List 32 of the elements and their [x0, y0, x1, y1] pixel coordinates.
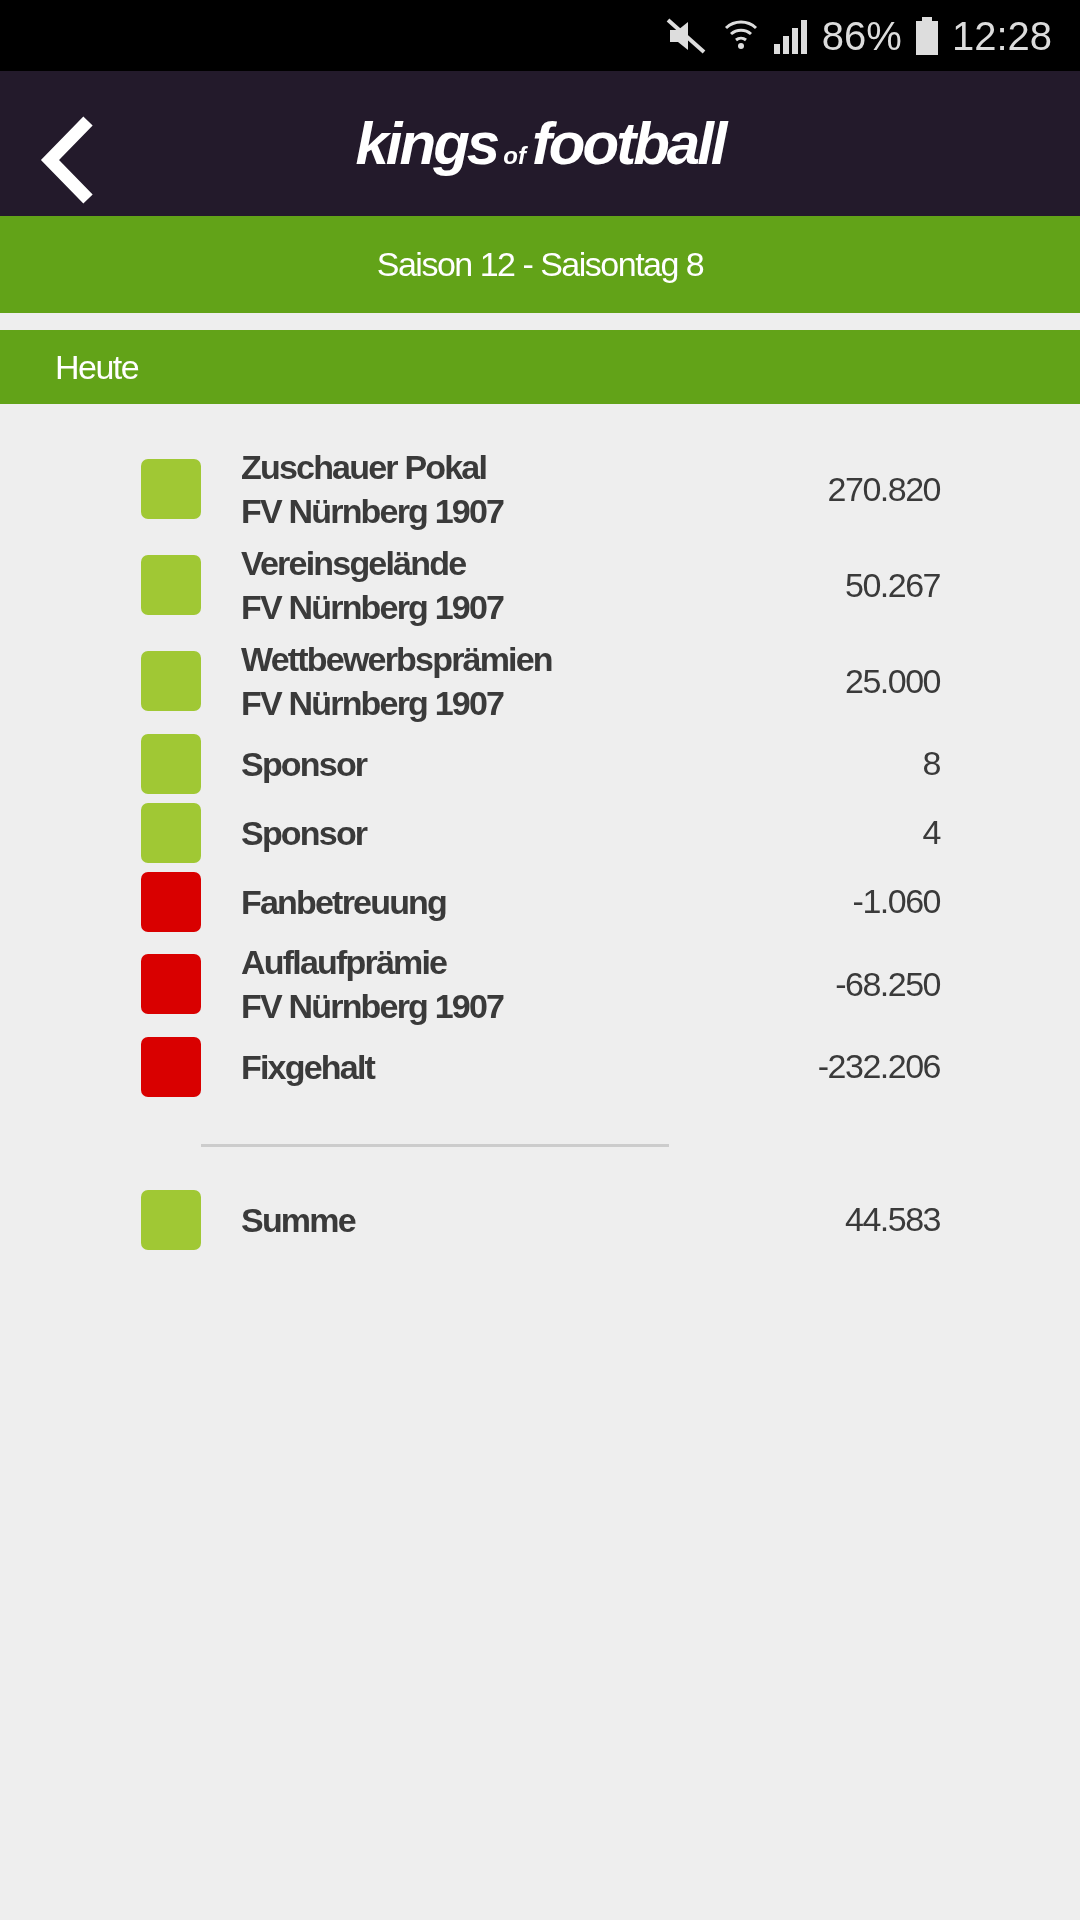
entry-club: FV Nürnberg 1907 — [241, 491, 505, 532]
battery-icon — [915, 16, 938, 55]
entry-title: Sponsor — [241, 743, 368, 785]
entry-amount: 8 — [922, 744, 940, 783]
entry-club: FV Nürnberg 1907 — [241, 587, 505, 628]
entry-amount: 25.000 — [845, 661, 940, 701]
entry-title: Summe — [241, 1199, 357, 1241]
entry-club: FV Nürnberg 1907 — [241, 986, 505, 1027]
entry-title: Sponsor — [241, 812, 368, 854]
clock: 12:28 — [951, 15, 1052, 56]
entry-amount: 270.820 — [827, 469, 940, 509]
section-header: Heute — [0, 330, 1080, 404]
entry-amount: -232.206 — [817, 1047, 940, 1086]
season-bar: Saison 12 - Saisontag 8 — [0, 216, 1080, 313]
back-icon[interactable] — [40, 115, 96, 205]
entry-title: Zuschauer Pokal — [241, 447, 488, 488]
entry-title: Fanbetreuung — [241, 881, 448, 923]
entry-title: Wettbewerbsprämien — [241, 639, 553, 680]
entry-title: Fixgehalt — [241, 1046, 376, 1088]
signal-icon — [771, 17, 808, 54]
entry-amount: 4 — [922, 813, 940, 852]
entry-title: Auflaufprämie — [241, 942, 448, 983]
entry-amount: 44.583 — [845, 1200, 940, 1239]
entry-amount: 50.267 — [845, 565, 940, 605]
logo-text: football — [531, 109, 725, 178]
entry-amount: -68.250 — [835, 964, 940, 1004]
entry-amount: -1.060 — [852, 882, 940, 921]
logo-text: of — [503, 142, 526, 170]
logo-text: kings — [355, 109, 498, 178]
entry-title: Vereinsgelände — [241, 543, 467, 584]
entry-club: FV Nürnberg 1907 — [241, 683, 505, 724]
battery-percent: 86% — [821, 15, 902, 56]
